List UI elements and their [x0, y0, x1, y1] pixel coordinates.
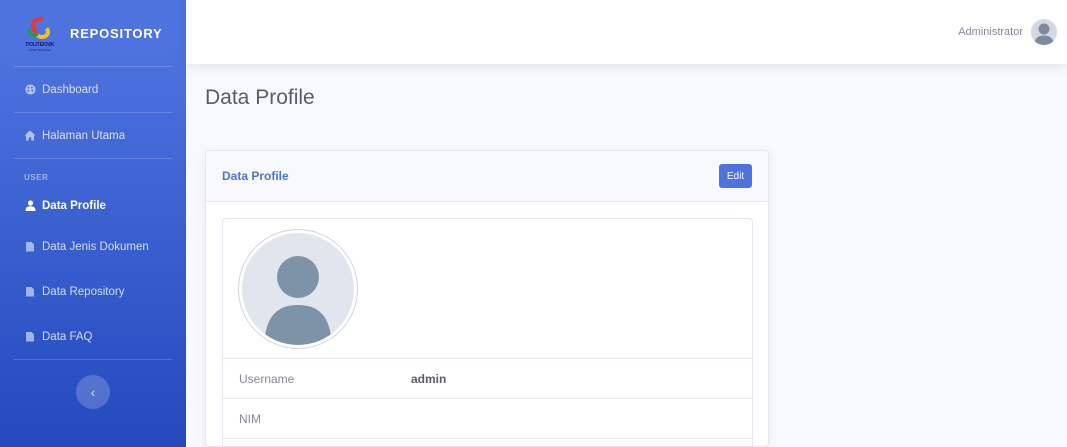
- file-icon: [24, 331, 36, 343]
- avatar[interactable]: [1031, 19, 1057, 45]
- profile-card: Data Profile Edit Username admin NIM: [205, 150, 769, 447]
- sidebar-item-label: Data FAQ: [42, 330, 93, 343]
- sidebar-item-label: Data Jenis Dokumen: [42, 240, 149, 253]
- sidebar-item-data-repository[interactable]: Data Repository: [0, 269, 186, 314]
- home-icon: [24, 130, 36, 142]
- sidebar-item-label: Halaman Utama: [42, 129, 126, 142]
- palette-icon: [24, 84, 36, 96]
- sidebar-item-data-jenis-dokumen[interactable]: Data Jenis Dokumen: [0, 224, 186, 269]
- profile-photo-section: [223, 219, 752, 359]
- card-title: Data Profile: [222, 169, 289, 183]
- sidebar-divider: [14, 359, 172, 360]
- sidebar-brand[interactable]: POLITEKNIK ANAK BANGSA REPOSITORY: [0, 0, 186, 66]
- sidebar-heading-user: USER: [24, 173, 49, 182]
- card-header: Data Profile Edit: [206, 151, 768, 202]
- sidebar: POLITEKNIK ANAK BANGSA REPOSITORY Dashbo…: [0, 0, 186, 447]
- chevron-left-icon: ‹: [90, 384, 96, 400]
- page-title: Data Profile: [205, 86, 315, 109]
- profile-details: Username admin NIM: [222, 218, 753, 446]
- profile-row-username: Username admin: [223, 359, 752, 399]
- sidebar-toggle-button[interactable]: ‹: [76, 375, 110, 409]
- sidebar-item-label: Data Profile: [42, 199, 106, 212]
- user-icon: [24, 200, 36, 212]
- field-label: Username: [239, 371, 295, 386]
- user-placeholder-icon: [264, 256, 332, 345]
- field-label: NIM: [239, 411, 261, 426]
- topbar: Administrator: [186, 0, 1067, 64]
- brand-title: REPOSITORY: [70, 25, 163, 41]
- user-avatar-icon: [1034, 23, 1054, 45]
- sidebar-item-dashboard[interactable]: Dashboard: [0, 67, 186, 112]
- sidebar-item-data-profile[interactable]: Data Profile: [0, 187, 186, 224]
- field-value: admin: [411, 371, 447, 386]
- sidebar-item-label: Dashboard: [42, 83, 99, 96]
- profile-photo: [238, 229, 358, 349]
- sidebar-item-label: Data Repository: [42, 285, 125, 298]
- logo-subtext: ANAK BANGSA: [29, 48, 51, 52]
- file-icon: [24, 286, 36, 298]
- sidebar-item-data-faq[interactable]: Data FAQ: [0, 314, 186, 359]
- profile-row-nim: NIM: [223, 399, 752, 439]
- logo: POLITEKNIK ANAK BANGSA: [24, 14, 56, 52]
- file-icon: [24, 241, 36, 253]
- sidebar-item-halaman-utama[interactable]: Halaman Utama: [0, 113, 186, 158]
- user-name[interactable]: Administrator: [958, 26, 1023, 38]
- edit-button[interactable]: Edit: [719, 164, 752, 188]
